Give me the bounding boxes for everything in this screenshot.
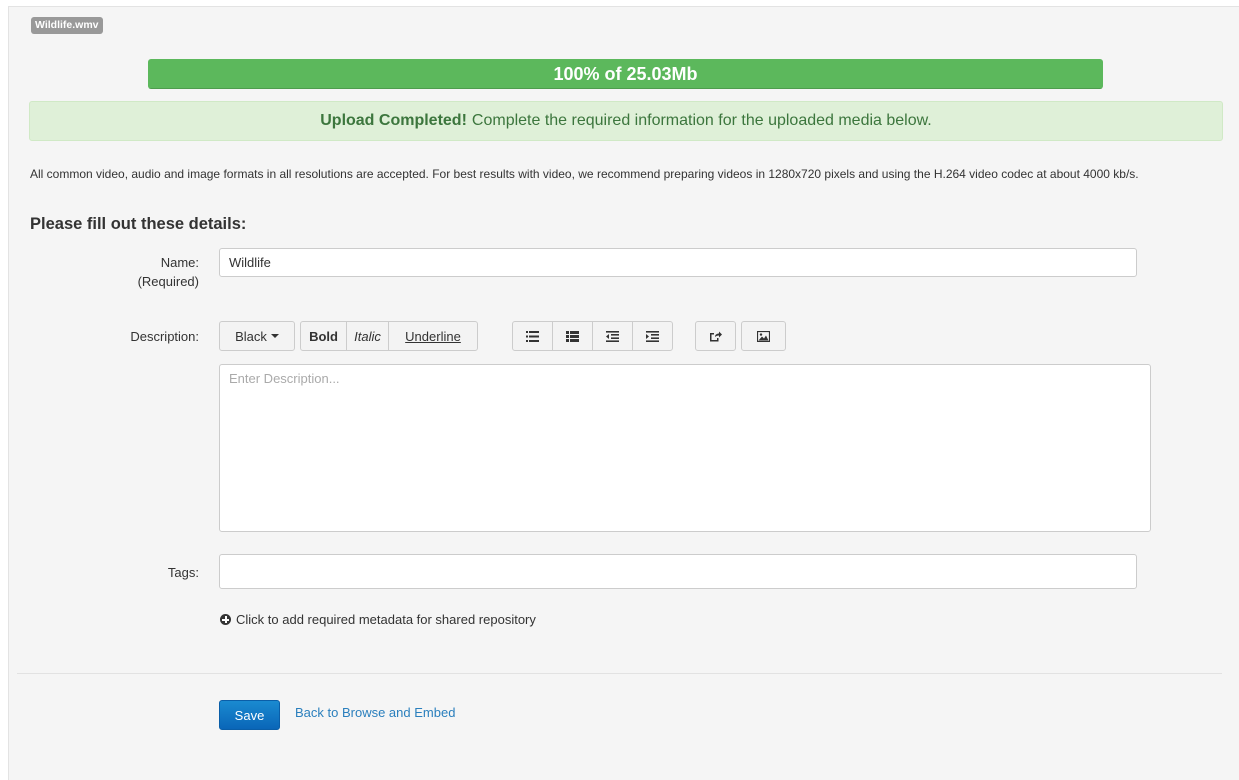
- bold-button[interactable]: Bold: [300, 321, 347, 351]
- indent-icon: [646, 330, 659, 342]
- caret-down-icon: [270, 334, 279, 338]
- outdent-icon: [606, 330, 619, 342]
- add-metadata-link[interactable]: Click to add required metadata for share…: [220, 612, 536, 627]
- unordered-list-icon: [526, 330, 539, 342]
- ordered-list-button[interactable]: [552, 321, 593, 351]
- description-textarea[interactable]: [219, 364, 1151, 532]
- link-button[interactable]: [695, 321, 736, 351]
- name-label-group: Name: (Required): [9, 253, 199, 291]
- upload-complete-alert: Upload Completed! Complete the required …: [29, 101, 1223, 141]
- alert-message: Complete the required information for th…: [471, 112, 932, 129]
- font-color-dropdown[interactable]: Black: [219, 321, 295, 351]
- image-icon: [757, 330, 770, 342]
- plus-circle-icon: [220, 614, 231, 625]
- description-label: Description:: [130, 329, 199, 344]
- color-group: Black: [219, 321, 295, 351]
- list-group: [512, 321, 673, 351]
- outdent-button[interactable]: [592, 321, 633, 351]
- underline-button[interactable]: Underline: [388, 321, 478, 351]
- insert-image-button[interactable]: [741, 321, 786, 351]
- form-divider: [17, 673, 1222, 674]
- progress-text: 100% of 25.03Mb: [553, 63, 698, 84]
- upload-panel: Wildlife.wmv 100% of 25.03Mb Upload Comp…: [8, 6, 1239, 780]
- indent-button[interactable]: [632, 321, 673, 351]
- alert-title: Upload Completed!: [320, 112, 467, 129]
- tags-label: Tags:: [167, 565, 199, 580]
- name-label: Name:: [160, 255, 199, 270]
- upload-progress: 100% of 25.03Mb: [148, 59, 1103, 89]
- italic-button[interactable]: Italic: [346, 321, 389, 351]
- format-info-text: All common video, audio and image format…: [30, 167, 1139, 181]
- progress-bar: 100% of 25.03Mb: [148, 59, 1103, 89]
- back-to-browse-link[interactable]: Back to Browse and Embed: [295, 705, 455, 720]
- name-required-label: (Required): [137, 274, 199, 289]
- unordered-list-button[interactable]: [512, 321, 553, 351]
- form-heading: Please fill out these details:: [30, 215, 247, 233]
- name-input[interactable]: [219, 248, 1137, 277]
- add-metadata-text: Click to add required metadata for share…: [236, 612, 536, 627]
- save-button[interactable]: Save: [219, 700, 280, 730]
- file-name-badge: Wildlife.wmv: [31, 17, 103, 34]
- tags-input[interactable]: [219, 554, 1137, 589]
- font-color-label: Black: [235, 328, 267, 344]
- image-group: [741, 321, 786, 351]
- ordered-list-icon: [566, 330, 579, 342]
- link-group: [695, 321, 736, 351]
- link-icon: [710, 331, 722, 341]
- format-group: Bold Italic Underline: [300, 321, 478, 351]
